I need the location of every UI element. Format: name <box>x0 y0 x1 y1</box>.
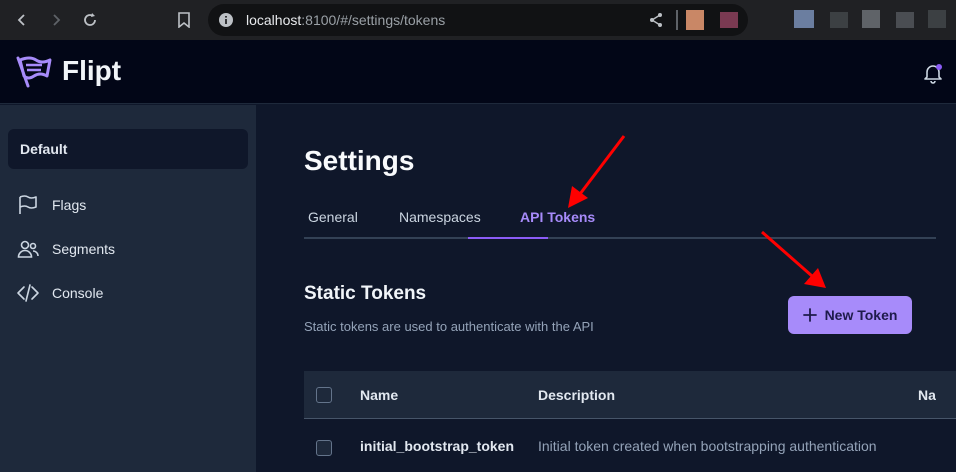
forward-icon[interactable] <box>44 8 68 32</box>
tab-namespaces[interactable]: Namespaces <box>399 209 481 225</box>
extension-icon[interactable] <box>896 12 914 28</box>
tab-general[interactable]: General <box>308 209 358 225</box>
extension-icon[interactable] <box>686 10 704 30</box>
sidebar-item-flags[interactable]: Flags <box>8 187 248 223</box>
new-token-button[interactable]: New Token <box>788 296 912 334</box>
sidebar-item-label: Console <box>52 285 104 301</box>
extension-icon[interactable] <box>794 10 814 28</box>
notifications-bell-icon[interactable] <box>922 62 944 84</box>
sidebar-item-label: Segments <box>52 241 116 257</box>
tab-api-tokens[interactable]: API Tokens <box>520 209 595 225</box>
url-text: localhost:8100/#/settings/tokens <box>246 12 445 28</box>
address-bar[interactable]: localhost:8100/#/settings/tokens <box>208 4 748 36</box>
column-header-description[interactable]: Description <box>538 387 615 403</box>
share-icon[interactable] <box>648 12 664 28</box>
code-icon <box>17 284 39 302</box>
sidebar-item-segments[interactable]: Segments <box>8 231 248 267</box>
browser-toolbar: localhost:8100/#/settings/tokens <box>0 0 956 40</box>
token-description: Initial token created when bootstrapping… <box>538 438 877 454</box>
url-path: :8100/#/settings/tokens <box>301 12 446 28</box>
active-tab-indicator <box>468 237 548 239</box>
token-name: initial_bootstrap_token <box>360 438 515 454</box>
section-title: Static Tokens <box>304 283 427 304</box>
url-host: localhost <box>246 12 302 28</box>
new-token-button-label: New Token <box>824 307 898 323</box>
extension-icon[interactable] <box>862 10 880 28</box>
section-description: Static tokens are used to authenticate w… <box>304 319 594 334</box>
reload-icon[interactable] <box>78 8 102 32</box>
back-icon[interactable] <box>10 8 34 32</box>
column-header-namespace[interactable]: Na <box>918 387 936 403</box>
select-all-checkbox[interactable] <box>316 387 332 403</box>
bookmark-icon[interactable] <box>172 8 196 32</box>
plus-icon <box>802 308 817 322</box>
divider <box>676 10 678 30</box>
settings-tabs: General Namespaces API Tokens <box>304 203 936 239</box>
app-header: Flipt <box>0 40 956 104</box>
flipt-logo-icon[interactable] <box>14 54 54 90</box>
table-row[interactable]: initial_bootstrap_token Initial token cr… <box>304 419 956 472</box>
sidebar-item-label: Flags <box>52 197 87 213</box>
sidebar-item-console[interactable]: Console <box>8 275 248 311</box>
brand-name: Flipt <box>62 55 122 86</box>
namespace-selector[interactable]: Default <box>8 129 248 169</box>
extension-icon[interactable] <box>830 12 848 28</box>
profile-avatar[interactable] <box>928 10 946 28</box>
main-content: Settings General Namespaces API Tokens S… <box>256 105 956 472</box>
sidebar: Default Flags Segments Console <box>0 105 256 472</box>
table-header: Name Description Na <box>304 371 956 419</box>
row-checkbox[interactable] <box>316 440 332 456</box>
extension-icon[interactable] <box>720 12 738 28</box>
flag-icon <box>19 195 37 214</box>
column-header-name[interactable]: Name <box>360 387 398 403</box>
page: localhost:8100/#/settings/tokens Flipt D… <box>0 0 956 472</box>
site-info-icon[interactable] <box>218 12 234 28</box>
users-icon <box>17 240 39 258</box>
page-title: Settings <box>304 145 415 176</box>
